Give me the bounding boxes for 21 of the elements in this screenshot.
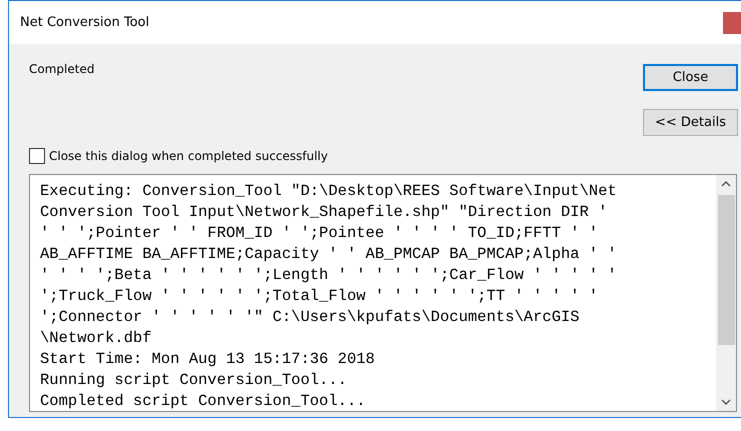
log-line: Running script Conversion_Tool...	[40, 370, 348, 391]
log-line: ' ' ';Pointer ' ' FROM_ID ' ';Pointee ' ' ' ' TO_ID;FFTT ' '	[40, 223, 600, 244]
log-line: ' ' ' ';Beta ' ' ' ' ' ';Length ' ' ' ' ' ';Car_Flow ' ' ' ' '	[40, 265, 618, 286]
scroll-down-icon[interactable]	[721, 399, 731, 405]
log-line: ';Connector ' ' ' ' ' '" C:\Users\kpufats\Documents\ArcGIS	[40, 307, 580, 328]
log-line: Conversion Tool Input\Network_Shapefile.shp" "Direction DIR '	[40, 202, 608, 223]
log-line: Start Time: Mon Aug 13 15:17:36 2018	[40, 349, 376, 370]
log-line: \Network.dbf	[40, 328, 153, 349]
details-button[interactable]: << Details	[643, 109, 738, 136]
close-dialog-button[interactable]: Close	[643, 64, 738, 91]
scrollbar[interactable]	[716, 175, 736, 411]
log-line: Completed script Conversion_Tool...	[40, 391, 367, 412]
window-title: Net Conversion Tool	[20, 15, 150, 30]
checkbox[interactable]	[29, 148, 45, 164]
checkbox-label: Close this dialog when completed successfully	[49, 149, 328, 163]
status-text: Completed	[29, 62, 94, 78]
log-line: Executing: Conversion_Tool "D:\Desktop\REES Software\Input\Net	[40, 181, 618, 202]
log-line: ';Truck_Flow ' ' ' ' ' ';Total_Flow ' ' ' ' ' ';TT ' ' ' ' '	[40, 286, 600, 307]
log-line: AB_AFFTIME BA_AFFTIME;Capacity ' ' AB_PMCAP BA_PMCAP;Alpha ' '	[40, 244, 618, 265]
scroll-up-icon[interactable]	[721, 181, 731, 187]
scrollbar-thumb[interactable]	[718, 195, 734, 345]
